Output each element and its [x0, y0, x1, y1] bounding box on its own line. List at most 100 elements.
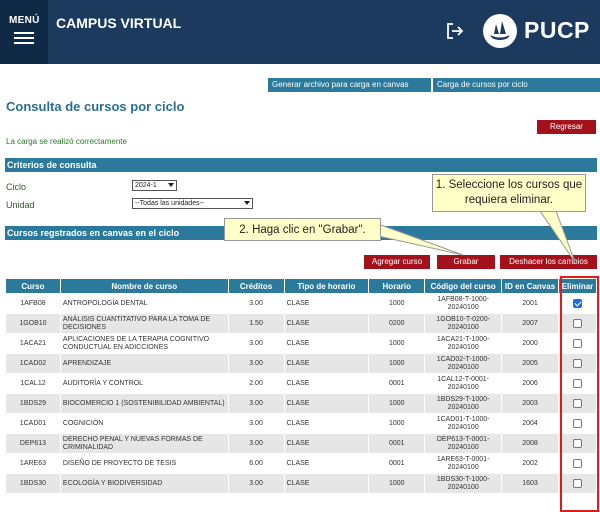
table-row: DEP613 DERECHO PENAL Y NUEVAS FORMAS DE C… [5, 433, 598, 454]
menu-label: MENÚ [9, 15, 40, 26]
credits-cell: 3.00 [227, 353, 285, 374]
course-name-cell: COGNICIÓN [59, 413, 229, 434]
canvas-id-cell: 2005 [501, 353, 559, 374]
select-courses-callout: 1. Seleccione los cursos que requiera el… [432, 174, 586, 212]
delete-checkbox[interactable] [572, 458, 582, 468]
app-title: CAMPUS VIRTUAL [56, 15, 182, 31]
delete-checkbox[interactable] [572, 358, 582, 368]
chevron-down-icon [244, 201, 250, 205]
canvas-id-cell: 2001 [501, 293, 559, 314]
ciclo-select[interactable]: 2024-1 [132, 180, 177, 191]
delete-checkbox[interactable] [572, 398, 582, 408]
column-header[interactable]: Horario [368, 278, 426, 294]
canvas-id-cell: 2004 [501, 413, 559, 434]
pucp-logo-icon [483, 14, 517, 48]
chevron-down-icon [168, 183, 174, 187]
course-code-cell: 1ARE63 [5, 453, 61, 474]
delete-cell [557, 473, 598, 494]
schedule-cell: 1000 [368, 353, 426, 374]
save-button[interactable]: Grabar [437, 255, 495, 269]
delete-checkbox[interactable] [572, 338, 582, 348]
course-code-cell: 1BDS29 [5, 393, 61, 414]
column-header[interactable]: Curso [5, 278, 61, 294]
delete-checkbox[interactable] [572, 438, 582, 448]
schedule-cell: 0001 [368, 453, 426, 474]
course-name-cell: BIOCOMERCIO 1 (SOSTENIBILIDAD AMBIENTAL) [59, 393, 229, 414]
delete-cell [557, 373, 598, 394]
schedule-type-cell: CLASE [283, 333, 370, 354]
course-name-cell: AUDITORÍA Y CONTROL [59, 373, 229, 394]
course-id-code-cell: 1AFB08-T-1000-20240100 [424, 293, 503, 314]
generate-file-link[interactable]: Generar archivo para carga en canvas [268, 78, 431, 92]
criteria-section-header: Criterios de consulta [5, 158, 597, 172]
unidad-label: Unidad [6, 200, 35, 210]
add-course-button[interactable]: Agregar curso [364, 255, 430, 269]
column-header[interactable]: Créditos [227, 278, 285, 294]
schedule-type-cell: CLASE [283, 413, 370, 434]
schedule-cell: 1000 [368, 293, 426, 314]
column-header[interactable]: Tipo de horario [283, 278, 370, 294]
menu-button[interactable]: MENÚ [0, 0, 48, 64]
table-row: 1ARE63 DISEÑO DE PROYECTO DE TESIS 6.00 CLA… [5, 453, 598, 474]
unidad-select[interactable]: --Todas las unidades-- [132, 198, 253, 209]
course-code-cell: 1CAD02 [5, 353, 61, 374]
course-id-code-cell: 1CAD01-T-1000-20240100 [424, 413, 503, 434]
schedule-cell: 1000 [368, 413, 426, 434]
delete-cell [557, 433, 598, 454]
course-name-cell: ECOLOGÍA Y BIODIVERSIDAD [59, 473, 229, 494]
credits-cell: 2.00 [227, 373, 285, 394]
table-row: 1BDS30 ECOLOGÍA Y BIODIVERSIDAD 3.00 CLASE 1… [5, 473, 598, 494]
delete-cell [557, 293, 598, 314]
unidad-select-value: --Todas las unidades-- [135, 200, 205, 207]
delete-checkbox[interactable] [572, 298, 582, 308]
canvas-id-cell: 2006 [501, 373, 559, 394]
canvas-id-cell: 2003 [501, 393, 559, 414]
course-id-code-cell: 1CAL12-T-0001-20240100 [424, 373, 503, 394]
schedule-type-cell: CLASE [283, 313, 370, 334]
brand-name: PUCP [524, 17, 590, 43]
delete-cell [557, 313, 598, 334]
course-name-cell: APLICACIONES DE LA TERAPIA COGNITIVO CON… [59, 333, 229, 354]
course-code-cell: 1ACA21 [5, 333, 61, 354]
credits-cell: 3.00 [227, 333, 285, 354]
table-row: 1CAD01 COGNICIÓN 3.00 CLASE 1000 1CAD01-T-100… [5, 413, 598, 434]
canvas-id-cell: 2000 [501, 333, 559, 354]
delete-checkbox[interactable] [572, 318, 582, 328]
delete-checkbox[interactable] [572, 378, 582, 388]
course-code-cell: 1CAL12 [5, 373, 61, 394]
logout-icon[interactable] [446, 22, 464, 40]
delete-cell [557, 393, 598, 414]
credits-cell: 3.00 [227, 473, 285, 494]
credits-cell: 3.00 [227, 433, 285, 454]
course-id-code-cell: 1ARE63-T-0001-20240100 [424, 453, 503, 474]
course-code-cell: 1BDS30 [5, 473, 61, 494]
course-code-cell: 1AFB08 [5, 293, 61, 314]
delete-cell [557, 413, 598, 434]
course-code-cell: DEP613 [5, 433, 61, 454]
schedule-cell: 0200 [368, 313, 426, 334]
load-courses-link[interactable]: Carga de cursos por ciclo [433, 78, 600, 92]
column-header: Eliminar [557, 278, 598, 294]
delete-checkbox[interactable] [572, 478, 582, 488]
column-header[interactable]: Nombre de curso [59, 278, 229, 294]
column-header[interactable]: Código del curso [424, 278, 503, 294]
course-name-cell: ANÁLISIS CUANTITATIVO PARA LA TOMA DE DE… [59, 313, 229, 334]
delete-checkbox[interactable] [572, 418, 582, 428]
schedule-type-cell: CLASE [283, 293, 370, 314]
success-message: La carga se realizó correctamente [6, 137, 127, 146]
table-header-row: Curso Nombre de curso Créditos Tipo de h… [5, 278, 598, 294]
table-row: 1ACA21 APLICACIONES DE LA TERAPIA COGNITI… [5, 333, 598, 354]
column-header[interactable]: ID en Canvas [501, 278, 559, 294]
back-button[interactable]: Regresar [537, 120, 596, 134]
hamburger-icon [14, 32, 34, 44]
courses-table: Curso Nombre de curso Créditos Tipo de h… [5, 278, 598, 494]
table-row: 1BDS29 BIOCOMERCIO 1 (SOSTENIBILIDAD AMBI… [5, 393, 598, 414]
table-row: 1AFB08 ANTROPOLOGÍA DENTAL 3.00 CLASE 1000 1A… [5, 293, 598, 314]
schedule-type-cell: CLASE [283, 433, 370, 454]
canvas-id-cell: 2007 [501, 313, 559, 334]
canvas-id-cell: 2002 [501, 453, 559, 474]
undo-changes-button[interactable]: Deshacer los cambios [500, 255, 597, 269]
course-name-cell: DERECHO PENAL Y NUEVAS FORMAS DE CRIMINA… [59, 433, 229, 454]
delete-cell [557, 353, 598, 374]
schedule-cell: 0001 [368, 373, 426, 394]
